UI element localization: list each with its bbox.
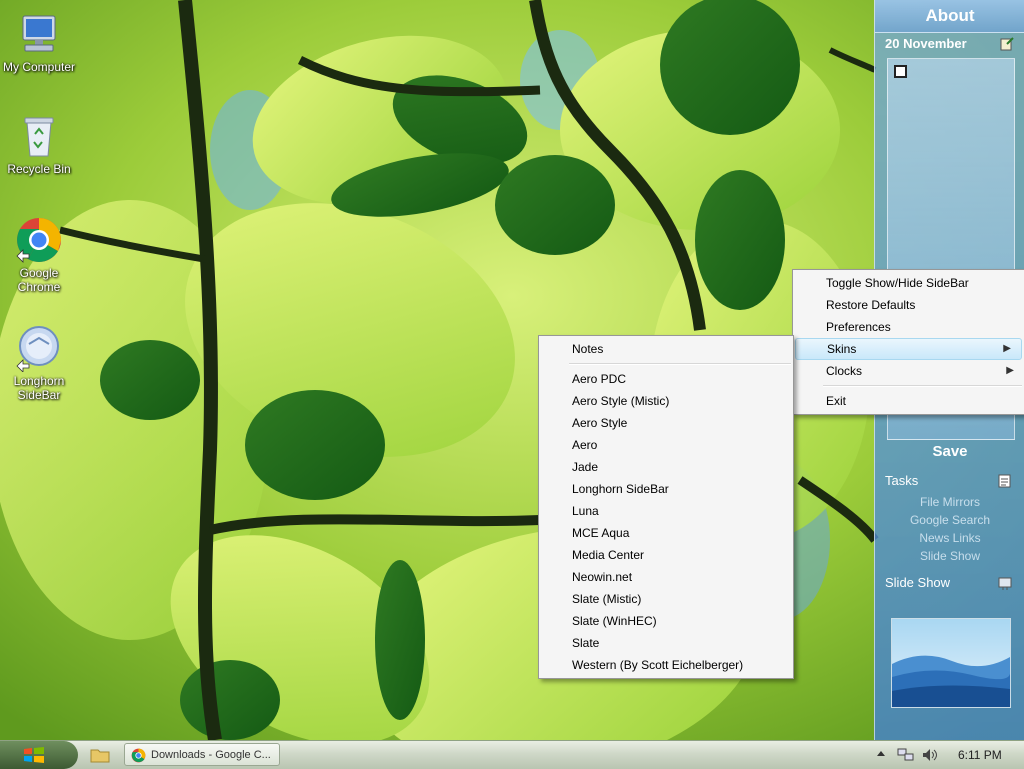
desktop-icon-google-chrome[interactable]: Google Chrome	[2, 216, 76, 294]
chrome-icon	[131, 748, 146, 765]
start-button[interactable]	[0, 741, 78, 769]
desktop-icon-longhorn-sidebar[interactable]: Longhorn SideBar	[2, 324, 76, 402]
menu-item-skin[interactable]: Media Center	[539, 544, 793, 566]
menu-item-restore-defaults[interactable]: Restore Defaults	[793, 294, 1024, 316]
volume-icon[interactable]	[921, 747, 939, 766]
desktop-icon-label: Longhorn SideBar	[13, 374, 65, 402]
slideshow-image[interactable]	[891, 618, 1011, 708]
desktop-icon-label: Google Chrome	[17, 266, 61, 294]
desktop-icon-my-computer[interactable]: My Computer	[2, 10, 76, 74]
notes-date: 20 November	[885, 36, 967, 51]
sidebar-app-icon	[15, 324, 63, 373]
menu-item-skins-label: Skins	[827, 342, 857, 356]
task-link-slide-show[interactable]: Slide Show	[875, 549, 1024, 563]
taskbar-clock[interactable]: 6:11 PM	[958, 741, 1002, 769]
menu-item-skin[interactable]: Slate (WinHEC)	[539, 610, 793, 632]
task-link-news-links[interactable]: News Links	[875, 531, 1024, 545]
network-icon[interactable]	[897, 747, 915, 766]
chrome-icon	[15, 216, 63, 264]
menu-item-skin[interactable]: Jade	[539, 456, 793, 478]
slideshow-title: Slide Show	[885, 575, 951, 590]
menu-item-preferences[interactable]: Preferences	[793, 316, 1024, 338]
desktop-icon-label: Recycle Bin	[7, 162, 71, 176]
task-link-google-search[interactable]: Google Search	[875, 513, 1024, 527]
menu-item-skin[interactable]: Longhorn SideBar	[539, 478, 793, 500]
recycle-bin-icon	[15, 112, 63, 160]
tasks-title: Tasks	[885, 473, 919, 488]
tray-expand-icon[interactable]	[876, 747, 886, 764]
menu-item-skin[interactable]: Western (By Scott Eichelberger)	[539, 654, 793, 676]
slideshow-header: Slide Show	[885, 575, 1015, 593]
menu-item-toggle-sidebar[interactable]: Toggle Show/Hide SideBar	[793, 272, 1024, 294]
menu-item-skin[interactable]: Slate	[539, 632, 793, 654]
menu-item-skin[interactable]: Neowin.net	[539, 566, 793, 588]
menu-item-skin[interactable]: Aero	[539, 434, 793, 456]
menu-separator	[823, 385, 1022, 387]
menu-item-skins[interactable]: Skins ▶	[795, 338, 1022, 360]
task-link-file-mirrors[interactable]: File Mirrors	[875, 495, 1024, 509]
notes-header: 20 November	[885, 36, 1015, 54]
tasks-header: Tasks	[885, 473, 1015, 491]
menu-item-skin[interactable]: Aero Style (Mistic)	[539, 390, 793, 412]
desktop-icon-label: My Computer	[2, 60, 76, 74]
slideshow-menu-icon[interactable]	[997, 575, 1013, 594]
taskbar: Downloads - Google C... 6:11 PM	[0, 740, 1024, 769]
desktop-icon-recycle-bin[interactable]: Recycle Bin	[2, 112, 76, 176]
skin-list: Aero PDC Aero Style (Mistic) Aero Style Aer…	[539, 368, 793, 676]
notes-menu-icon[interactable]	[999, 36, 1015, 55]
computer-icon	[15, 10, 63, 58]
menu-item-skin[interactable]: MCE Aqua	[539, 522, 793, 544]
menu-separator	[569, 363, 791, 365]
sidebar-context-menu: Toggle Show/Hide SideBar Restore Default…	[792, 269, 1024, 415]
menu-item-clocks[interactable]: Clocks ▶	[793, 360, 1024, 382]
menu-item-skin[interactable]: Slate (Mistic)	[539, 588, 793, 610]
quick-launch-folder-icon[interactable]	[90, 746, 110, 767]
taskbar-button-label: Downloads - Google C...	[151, 749, 271, 761]
skins-submenu: Notes Aero PDC Aero Style (Mistic) Aero St…	[538, 335, 794, 679]
sidebar-about-button[interactable]: About	[875, 0, 1024, 33]
tasks-menu-icon[interactable]	[997, 473, 1013, 492]
windows-logo-icon	[24, 747, 44, 763]
taskbar-button-downloads[interactable]: Downloads - Google C...	[124, 743, 280, 766]
submenu-arrow-icon: ▶	[1003, 343, 1011, 354]
menu-item-skin[interactable]: Aero Style	[539, 412, 793, 434]
menu-item-clocks-label: Clocks	[826, 364, 863, 378]
menu-item-exit[interactable]: Exit	[793, 390, 1024, 412]
menu-item-notes[interactable]: Notes	[539, 338, 793, 360]
notes-save-button[interactable]: Save	[875, 440, 1024, 464]
submenu-arrow-icon: ▶	[1006, 365, 1014, 376]
menu-item-skin[interactable]: Aero PDC	[539, 368, 793, 390]
menu-item-skin[interactable]: Luna	[539, 500, 793, 522]
note-checkbox[interactable]	[894, 65, 907, 78]
slideshow-landscape-image	[892, 619, 1010, 707]
